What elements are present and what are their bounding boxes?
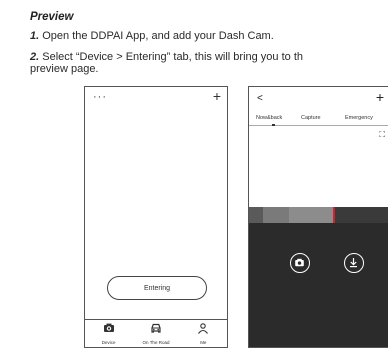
capture-photo-button[interactable]	[290, 253, 310, 273]
timeline-segment	[249, 207, 263, 223]
step-1: 1. Open the DDPAI App, and add your Dash…	[30, 30, 274, 42]
camera-icon	[103, 323, 114, 332]
tab-emergency[interactable]: Emergency	[345, 115, 373, 121]
step-2: 2. Select “Device > Entering” tab, this …	[30, 51, 303, 63]
tab-me[interactable]: Me	[180, 320, 227, 347]
step-1-number: 1.	[30, 30, 40, 42]
back-button[interactable]: <	[257, 93, 263, 104]
section-heading: Preview	[30, 11, 74, 23]
add-button[interactable]: +	[376, 89, 384, 105]
step-2-text-line1: Select “Device > Entering” tab, this wil…	[39, 51, 304, 63]
entering-button[interactable]: Entering	[107, 276, 207, 300]
tab-capture[interactable]: Capture	[301, 115, 321, 121]
tab-me-label: Me	[200, 340, 207, 345]
tab-on-the-road[interactable]: On The Road	[132, 320, 179, 347]
timeline-segment	[289, 207, 333, 223]
timeline-segment	[335, 207, 388, 223]
tab-on-the-road-label: On The Road	[142, 340, 170, 345]
control-panel	[249, 223, 388, 347]
menu-dots-button[interactable]: ···	[93, 91, 107, 103]
step-1-text: Open the DDPAI App, and add your Dash Ca…	[39, 30, 274, 42]
step-2-line2: preview page.	[30, 63, 99, 75]
tab-now-back[interactable]: Now&back	[256, 115, 282, 121]
step-2-number: 2.	[30, 51, 40, 63]
download-button[interactable]	[344, 253, 364, 273]
fullscreen-icon[interactable]: ⛶	[379, 130, 385, 140]
person-icon	[198, 323, 209, 334]
phone-preview-screen: < + Now&back Capture Emergency ⛶	[248, 86, 388, 348]
active-tab-indicator	[272, 124, 275, 126]
camera-icon	[295, 258, 304, 267]
car-icon	[151, 323, 161, 333]
add-device-button[interactable]: +	[213, 88, 221, 104]
phone-home-screen: ··· + Entering Device On The Road Me	[84, 86, 228, 348]
bottom-tab-bar: Device On The Road Me	[85, 319, 227, 347]
video-timeline[interactable]	[249, 207, 388, 223]
download-icon	[350, 258, 357, 268]
tab-device-label: Device	[101, 340, 116, 345]
tab-device[interactable]: Device	[85, 320, 132, 347]
preview-tab-bar: Now&back Capture Emergency	[249, 112, 388, 126]
live-video-area[interactable]	[249, 127, 388, 207]
